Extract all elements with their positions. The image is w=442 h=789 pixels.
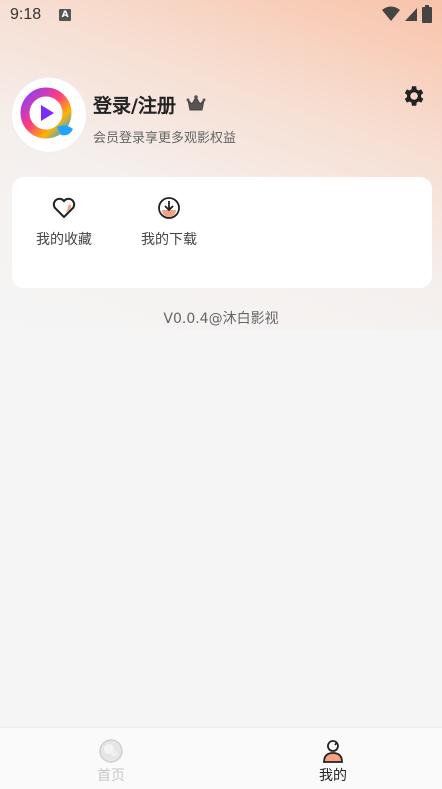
avatar[interactable]: [12, 78, 86, 152]
heart-icon: [52, 197, 76, 219]
downloads-label: 我的下载: [141, 232, 197, 248]
favorites-label: 我的收藏: [36, 232, 92, 248]
favorites-button[interactable]: 我的收藏: [24, 195, 104, 249]
tab-home-label: 首页: [97, 768, 125, 784]
notification-icon: A: [59, 9, 72, 21]
status-icons: [382, 5, 432, 23]
wifi-icon: [382, 6, 400, 21]
member-subtitle: 会员登录享更多观影权益: [93, 131, 237, 146]
version-text: V0.0.4@沐白影视: [163, 311, 279, 327]
tab-mine-label: 我的: [319, 768, 347, 784]
status-time: 9:18: [10, 6, 42, 23]
app-logo-icon: [20, 87, 73, 139]
battery-icon: [422, 5, 432, 23]
status-bar: 9:18 A: [0, 0, 442, 30]
tab-home[interactable]: 首页: [71, 738, 151, 785]
signal-icon: [405, 8, 417, 21]
downloads-button[interactable]: 我的下载: [129, 195, 209, 249]
crown-icon: [186, 95, 206, 111]
profile-header[interactable]: 登录/注册 会员登录享更多观影权益: [12, 78, 430, 154]
bottom-tab-bar: 首页 我的: [0, 727, 442, 789]
login-register-link[interactable]: 登录/注册: [93, 91, 176, 118]
tab-mine[interactable]: 我的: [293, 738, 373, 785]
gear-icon[interactable]: [400, 83, 426, 109]
home-icon: [99, 739, 123, 763]
shortcuts-card: 我的收藏 我的下载: [12, 177, 432, 288]
download-icon: [158, 197, 180, 219]
profile-icon: [323, 740, 343, 763]
